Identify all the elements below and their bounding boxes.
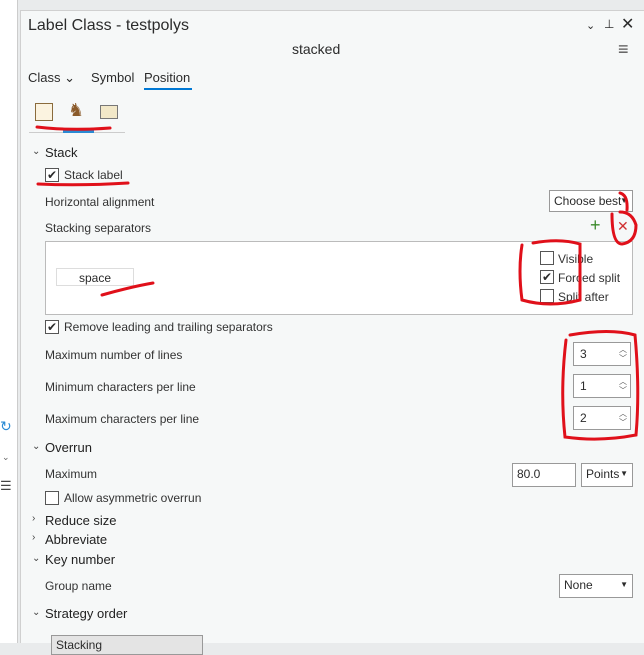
annotation-circle xyxy=(518,239,582,306)
annotation-underline xyxy=(36,181,130,187)
annotation-underline xyxy=(35,125,112,131)
annotation-circle xyxy=(610,191,638,246)
red-annotations xyxy=(35,125,640,441)
annotation-underline xyxy=(100,281,155,297)
annotation-circle xyxy=(561,330,640,441)
